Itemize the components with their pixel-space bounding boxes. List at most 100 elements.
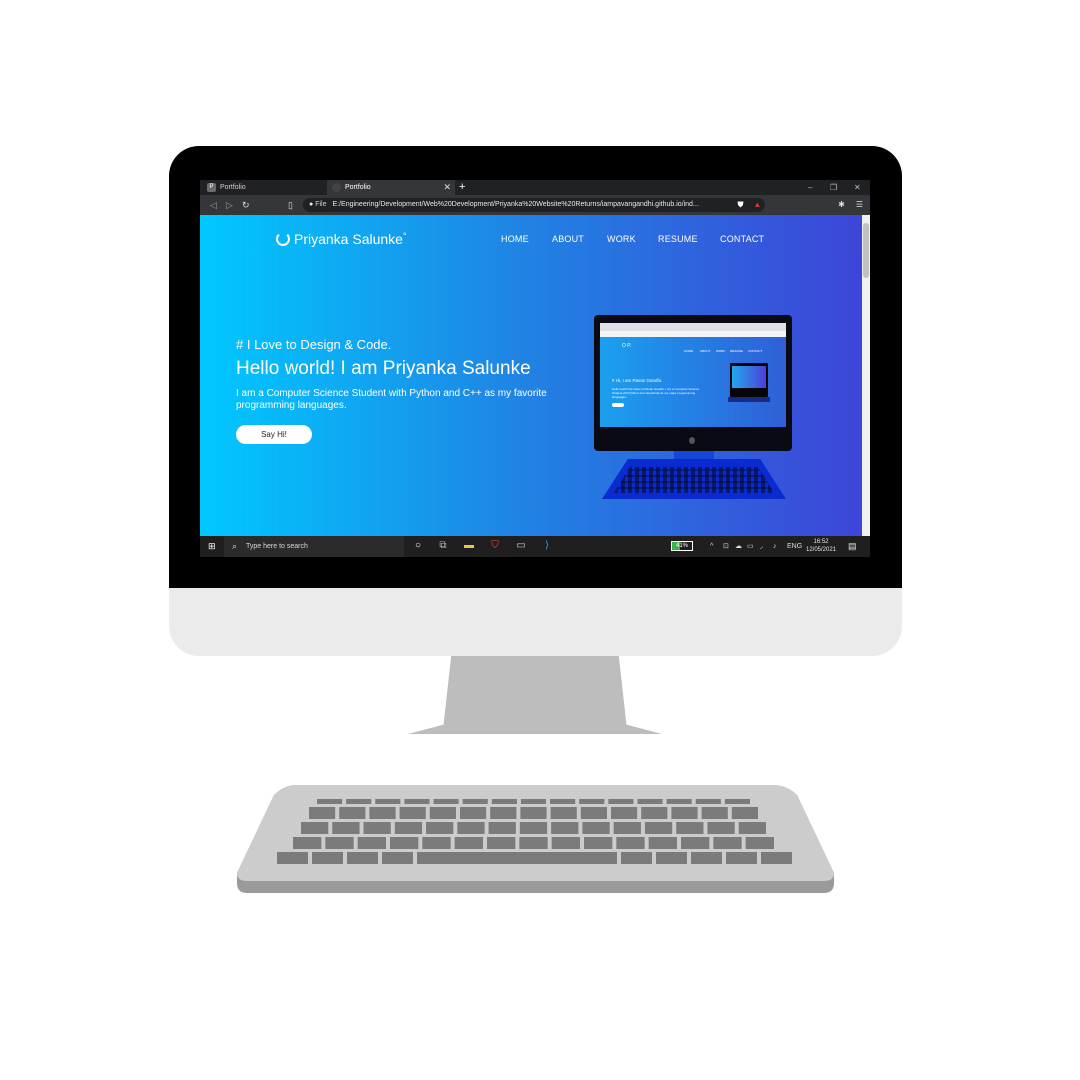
tab-label: Portfolio (220, 184, 246, 191)
keyboard-illustration (237, 785, 834, 893)
preview-screen: O P. HOME ABOUT WORK RESUME CONTACT # Hi… (600, 323, 786, 427)
new-tab-button[interactable]: + (459, 180, 465, 195)
wifi-icon[interactable]: ◞ (760, 536, 763, 557)
hero-kicker: # I Love to Design & Code. (236, 337, 392, 352)
keyboard-key (681, 837, 710, 849)
terminal-icon[interactable]: ▭ (514, 539, 528, 553)
nav-about[interactable]: ABOUT (552, 234, 584, 244)
keyboard-key (491, 799, 517, 804)
keyboard-key (519, 822, 548, 834)
brave-shield-icon[interactable]: ⛊ (735, 199, 746, 210)
keyboard-key (520, 799, 547, 804)
keyboard-key (363, 822, 391, 834)
keyboard-key (519, 837, 548, 849)
keyboard-key (580, 807, 607, 819)
clock-date: 12/05/2021 (805, 547, 837, 553)
keyboard-key (277, 852, 308, 864)
keyboard-key (637, 799, 663, 804)
brave-browser-icon[interactable]: ⛉ (488, 539, 502, 553)
keyboard-key (417, 852, 617, 864)
keyboard-key (584, 837, 613, 849)
keyboard-key (382, 852, 413, 864)
show-hidden-icons-icon[interactable]: ^ (710, 536, 713, 557)
browser-tab-bar: P Portfolio Portfolio ✕ + – ❐ ✕ (200, 180, 870, 195)
keyboard-key (691, 852, 722, 864)
page-scrollbar[interactable] (862, 215, 870, 536)
keyboard-key (550, 799, 576, 804)
hero-title: Hello world! I am Priyanka Salunke (236, 358, 531, 379)
preview-nav-about: ABOUT (700, 349, 711, 353)
forward-icon[interactable]: ▷ (226, 195, 233, 215)
logo-text: Priyanka Salunke (294, 231, 403, 247)
url-input[interactable]: ● File E:/Engineering/Development/Web%20D… (303, 198, 765, 212)
keyboard-key (666, 799, 692, 804)
keyboard-key (462, 799, 488, 804)
brave-rewards-icon[interactable]: ▲ (752, 199, 763, 210)
network-icon[interactable]: ⊡ (723, 536, 729, 557)
keyboard-key (579, 799, 605, 804)
keyboard-key (616, 837, 645, 849)
nav-work[interactable]: WORK (607, 234, 636, 244)
keyboard-key (433, 799, 459, 804)
close-tab-icon[interactable]: ✕ (443, 180, 451, 195)
bookmark-icon[interactable]: ▯ (288, 195, 293, 215)
preview-nav-resume: RESUME (730, 349, 743, 353)
keyboard-key (429, 807, 456, 819)
volume-icon[interactable]: ♪ (773, 536, 777, 557)
keyboard-key (745, 837, 774, 849)
keyboard-key (460, 807, 487, 819)
minimize-button[interactable]: – (808, 180, 812, 195)
keyboard-key (399, 807, 426, 819)
tab-portfolio-2[interactable]: Portfolio ✕ (327, 180, 455, 195)
monitor-chin (169, 588, 902, 656)
restore-button[interactable]: ❐ (830, 180, 837, 195)
notifications-icon[interactable]: ▤ (848, 541, 857, 552)
keyboard-key (317, 799, 343, 804)
keyboard-key (551, 837, 580, 849)
nav-resume[interactable]: RESUME (658, 234, 698, 244)
task-view-icon[interactable]: ⧉ (436, 539, 450, 553)
battery-indicator[interactable]: 41% (671, 541, 693, 551)
back-icon[interactable]: ◁ (210, 195, 217, 215)
battery-tray-icon[interactable]: ▭ (747, 536, 754, 557)
clock-time: 16:52 (813, 539, 829, 545)
preview-nested-monitor (728, 363, 770, 402)
menu-icon[interactable]: ☰ (854, 199, 865, 210)
preview-description: Hello world! My name is Pavan Gandhi. I … (612, 387, 700, 399)
keyboard-key (390, 837, 419, 849)
preview-nav-contact: CONTACT (748, 349, 763, 353)
taskbar-search-input[interactable]: ⌕ Type here to search (224, 536, 404, 557)
keyboard-key (325, 837, 354, 849)
close-window-button[interactable]: ✕ (854, 180, 861, 195)
keyboard-key (644, 822, 673, 834)
keyboard-key (551, 822, 579, 834)
keyboard-key (312, 852, 343, 864)
windows-start-icon[interactable]: ⊞ (208, 541, 216, 552)
keyboard-key (761, 852, 792, 864)
tab-portfolio-1[interactable]: P Portfolio (202, 180, 327, 195)
site-logo[interactable]: Priyanka Salunke° (276, 231, 407, 247)
hero-computer-image: O P. HOME ABOUT WORK RESUME CONTACT # Hi… (594, 315, 794, 501)
say-hi-button[interactable]: Say Hi! (236, 425, 312, 444)
file-explorer-icon[interactable]: ▬ (462, 539, 476, 553)
nav-contact[interactable]: CONTACT (720, 234, 764, 244)
extensions-icon[interactable]: ✱ (836, 199, 847, 210)
reload-icon[interactable]: ↻ (242, 195, 250, 215)
keyboard-key (357, 837, 386, 849)
vscode-icon[interactable]: ⟩ (540, 539, 554, 553)
preview-tabbar (600, 323, 786, 331)
taskbar-clock[interactable]: 16:52 12/05/2021 (803, 538, 839, 554)
keyboard-key (701, 807, 728, 819)
keyboard-key (293, 837, 322, 849)
keyboard-key (641, 807, 668, 819)
nav-home[interactable]: HOME (501, 234, 529, 244)
keyboard-key (676, 822, 704, 834)
keyboard-key (611, 807, 638, 819)
language-indicator[interactable]: ENG (787, 536, 802, 557)
scrollbar-thumb[interactable] (863, 223, 869, 278)
keyboard-key (520, 807, 547, 819)
onedrive-icon[interactable]: ☁ (735, 536, 742, 557)
cortana-icon[interactable]: ○ (411, 539, 425, 553)
screen: P Portfolio Portfolio ✕ + – ❐ ✕ ◁ ▷ ↻ ▯ … (200, 180, 870, 557)
keyboard-key (426, 822, 454, 834)
